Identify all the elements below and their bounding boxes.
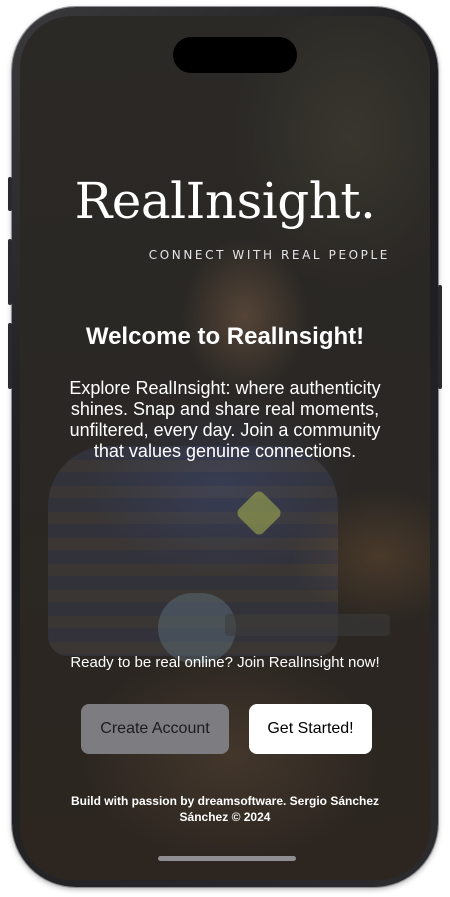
create-account-button[interactable]: Create Account <box>81 704 229 754</box>
background-photo-ukulele-neck <box>225 614 390 636</box>
footer-credits: Build with passion by dreamsoftware. Ser… <box>70 794 380 824</box>
screen: RealInsight. CONNECT WITH REAL PEOPLE We… <box>20 16 430 880</box>
dynamic-island <box>173 37 297 73</box>
welcome-title: Welcome to RealInsight! <box>85 323 365 350</box>
action-button <box>8 177 12 211</box>
get-started-button[interactable]: Get Started! <box>249 704 372 754</box>
welcome-description: Explore RealInsight: where authenticity … <box>69 378 381 461</box>
cta-text: Ready to be real online? Join RealInsigh… <box>70 654 380 671</box>
volume-up-button <box>8 239 12 305</box>
app-tagline: CONNECT WITH REAL PEOPLE <box>148 248 390 262</box>
volume-down-button <box>8 323 12 389</box>
home-indicator[interactable] <box>158 856 296 861</box>
app-logo: RealInsight. <box>74 172 376 230</box>
power-button <box>438 285 442 389</box>
